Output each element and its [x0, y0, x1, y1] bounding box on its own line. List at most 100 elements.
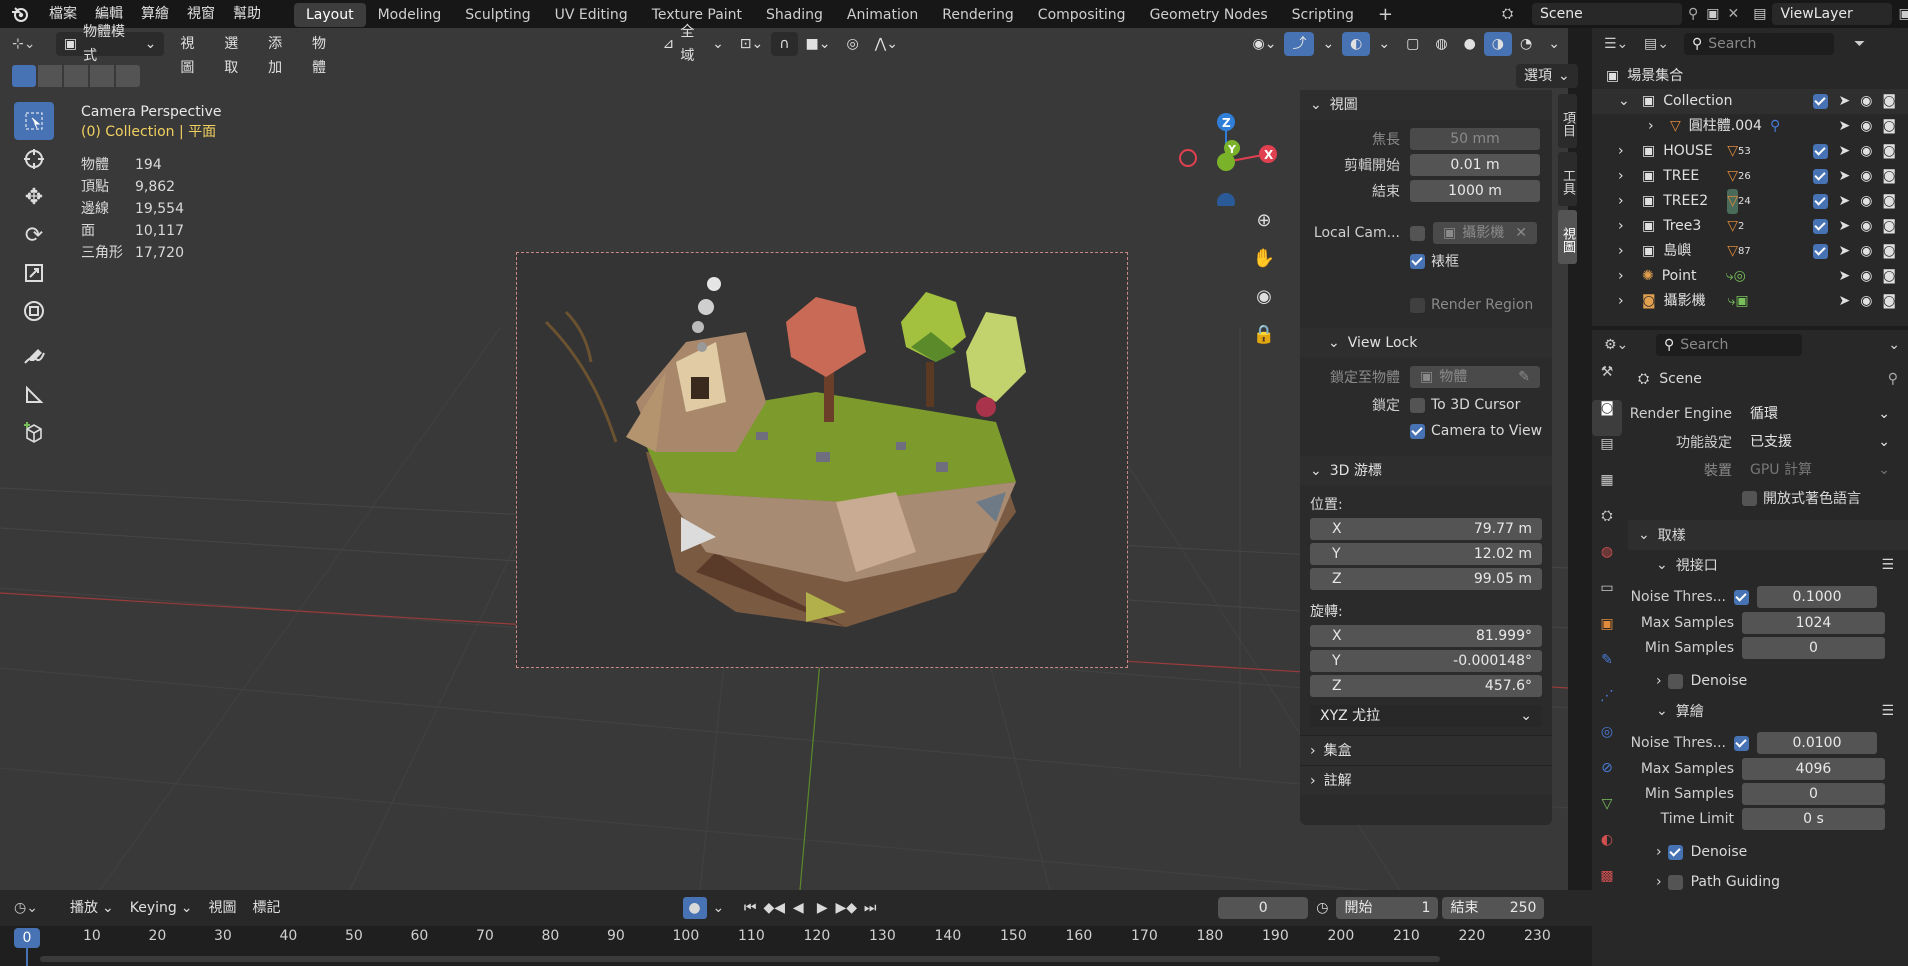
render-region-checkbox[interactable]	[1410, 297, 1425, 313]
shading-rendered-icon[interactable]: ◔	[1512, 32, 1540, 56]
transform-orientation-dropdown[interactable]: ⊿ 全域 ⌄	[655, 24, 732, 64]
r-noise-checkbox[interactable]	[1734, 735, 1749, 751]
jump-keyframe-back-icon[interactable]: ◆◀	[762, 900, 786, 916]
outliner-item-house[interactable]: › ▣ HOUSE ▽ 53 ➤ ◉ ◙	[1592, 139, 1908, 164]
chevron-down-icon[interactable]: ⌄	[1618, 89, 1634, 114]
chevron-right-icon[interactable]: ›	[1618, 164, 1634, 189]
pin-icon[interactable]: ⚲	[1888, 371, 1898, 387]
pan-icon[interactable]: ✋	[1248, 248, 1280, 286]
feature-set-dropdown[interactable]: 已支援 ⌄	[1742, 431, 1898, 453]
new-view-layer-icon[interactable]: ▣	[1898, 6, 1908, 22]
tab-uv-editing[interactable]: UV Editing	[543, 3, 640, 27]
material-tab-icon[interactable]: ◐	[1592, 832, 1622, 868]
chevron-down-icon[interactable]: ⌄	[1888, 337, 1900, 353]
new-scene-icon[interactable]: ▣	[1706, 6, 1719, 22]
menu-add[interactable]: 添加	[260, 32, 304, 76]
render-camera-icon[interactable]: ◙	[1882, 289, 1896, 314]
outliner-item-point[interactable]: › ✺ Point ⤷◎ ➤ ◉ ◙	[1592, 264, 1908, 289]
select-arrow-icon[interactable]: ➤	[1838, 189, 1850, 214]
eye-icon[interactable]: ◉	[1860, 239, 1872, 264]
outliner-item-camera[interactable]: › ◙ 攝影機 ⤷▣ ➤ ◉ ◙	[1592, 289, 1908, 314]
pivot-point-icon[interactable]: ⊡⌄	[732, 32, 771, 56]
eye-icon[interactable]: ◉	[1860, 139, 1872, 164]
select-arrow-icon[interactable]: ➤	[1838, 214, 1850, 239]
shading-wireframe-icon[interactable]: ◍	[1427, 32, 1455, 56]
vp-min-samples-field[interactable]: 0	[1742, 636, 1885, 659]
eye-icon[interactable]: ◉	[1860, 89, 1872, 114]
lock-object-field[interactable]: ▣ 物體 ✎	[1410, 366, 1540, 388]
frame-end-field[interactable]: 結束 250	[1442, 897, 1545, 919]
transform-tool[interactable]	[14, 292, 54, 330]
display-mode-icon[interactable]: ▤⌄	[1644, 36, 1684, 52]
stopwatch-icon[interactable]: ◷	[1316, 900, 1328, 916]
outliner-root-label[interactable]: 場景集合	[1627, 64, 1683, 89]
local-camera-field[interactable]: ▣ 攝影機 ✕	[1433, 222, 1537, 244]
path-guiding-header[interactable]: › Path Guiding	[1628, 867, 1908, 897]
overlay-dropdown-icon[interactable]: ⌄	[1370, 32, 1398, 56]
render-tab-icon[interactable]: ◙	[1592, 400, 1622, 436]
rotation-mode-dropdown[interactable]: XYZ 尤拉 ⌄	[1310, 705, 1542, 727]
cursor-rotation-x[interactable]: X 81.999°	[1310, 625, 1542, 647]
overlay-toggle-icon[interactable]: ◐	[1342, 32, 1371, 56]
tab-modeling[interactable]: Modeling	[366, 3, 454, 27]
snap-target-icon[interactable]: ■⌄	[798, 32, 839, 56]
r-max-samples-field[interactable]: 4096	[1742, 757, 1885, 780]
close-icon[interactable]: ✕	[1515, 222, 1527, 244]
tab-layout[interactable]: Layout	[294, 3, 366, 27]
render-engine-dropdown[interactable]: 循環 ⌄	[1742, 403, 1898, 425]
3d-cursor-section-header[interactable]: ⌄ 3D 游標	[1300, 456, 1552, 486]
timeline-editor-icon[interactable]: ◷⌄	[14, 900, 62, 916]
blender-logo-icon[interactable]	[0, 6, 40, 22]
snap-icon[interactable]: ∩	[771, 32, 798, 56]
shading-solid-icon[interactable]: ●	[1456, 32, 1484, 56]
chevron-right-icon[interactable]: ›	[1618, 214, 1634, 239]
tab-tool[interactable]: 工具	[1558, 152, 1577, 206]
camera-view-icon[interactable]: ◉	[1248, 286, 1280, 324]
menu-file[interactable]: 檔案	[40, 0, 86, 28]
include-checkbox[interactable]	[1813, 169, 1829, 184]
outliner-editor-icon[interactable]: ☰⌄	[1604, 36, 1644, 52]
jump-keyframe-forward-icon[interactable]: ▶◆	[834, 900, 858, 916]
pin-icon[interactable]: ⚲	[1688, 6, 1698, 22]
tab-scripting[interactable]: Scripting	[1280, 3, 1366, 27]
select-intersect-icon[interactable]	[116, 65, 140, 87]
tab-animation[interactable]: Animation	[835, 3, 930, 27]
chevron-right-icon[interactable]: ›	[1618, 289, 1634, 314]
physics-tab-icon[interactable]: ◎	[1592, 724, 1622, 760]
path-guiding-checkbox[interactable]	[1667, 874, 1683, 890]
scene-tab-icon[interactable]: ⛭	[1592, 508, 1622, 544]
object-tab-icon[interactable]: ▣	[1592, 616, 1622, 652]
osl-checkbox[interactable]	[1742, 490, 1757, 506]
cursor-tool[interactable]	[14, 140, 54, 178]
vp-denoise-checkbox[interactable]	[1667, 673, 1683, 689]
view-layer-icon[interactable]: ▤	[1753, 6, 1766, 22]
eye-icon[interactable]: ◉	[1860, 189, 1872, 214]
collection-section-header[interactable]: › 集盒	[1300, 735, 1552, 765]
mode-dropdown[interactable]: ▣ 物體模式 ⌄	[55, 24, 165, 64]
add-cube-tool[interactable]	[14, 414, 54, 452]
navigation-gizmo[interactable]: Z X Y	[1170, 106, 1280, 206]
r-noise-field[interactable]: 0.0100	[1757, 732, 1877, 754]
scene-name-field[interactable]: Scene	[1532, 3, 1682, 25]
select-invert-icon[interactable]	[90, 65, 114, 87]
tool-tab-icon[interactable]: ⚒	[1592, 364, 1622, 400]
timeline-marker-menu[interactable]: 標記	[245, 896, 289, 920]
cursor-location-x[interactable]: X 79.77 m	[1310, 518, 1542, 540]
outliner-item-island[interactable]: › ▣ 島嶼 ▽ 87 ➤ ◉ ◙	[1592, 239, 1908, 264]
select-arrow-icon[interactable]: ➤	[1838, 289, 1850, 314]
render-camera-icon[interactable]: ◙	[1882, 114, 1896, 139]
include-checkbox[interactable]	[1813, 94, 1829, 109]
outliner-search[interactable]: ⚲ Search	[1684, 33, 1834, 55]
gizmo-dropdown-icon[interactable]: ⌄	[1314, 32, 1342, 56]
particles-tab-icon[interactable]: ⋰	[1592, 688, 1622, 724]
annotation-section-header[interactable]: › 註解	[1300, 765, 1552, 795]
shading-dropdown-icon[interactable]: ⌄	[1540, 32, 1568, 56]
cursor-location-y[interactable]: Y 12.02 m	[1310, 543, 1542, 565]
select-arrow-icon[interactable]: ➤	[1838, 239, 1850, 264]
viewport-subsection-header[interactable]: ⌄ 視接口 ☰	[1628, 550, 1908, 580]
chevron-right-icon[interactable]: ›	[1618, 239, 1634, 264]
eye-icon[interactable]: ◉	[1860, 164, 1872, 189]
r-denoise-checkbox[interactable]	[1667, 844, 1683, 860]
outliner-item-collection[interactable]: ⌄ ▣ Collection ➤ ◉ ◙	[1592, 89, 1908, 114]
select-arrow-icon[interactable]: ➤	[1838, 264, 1850, 289]
